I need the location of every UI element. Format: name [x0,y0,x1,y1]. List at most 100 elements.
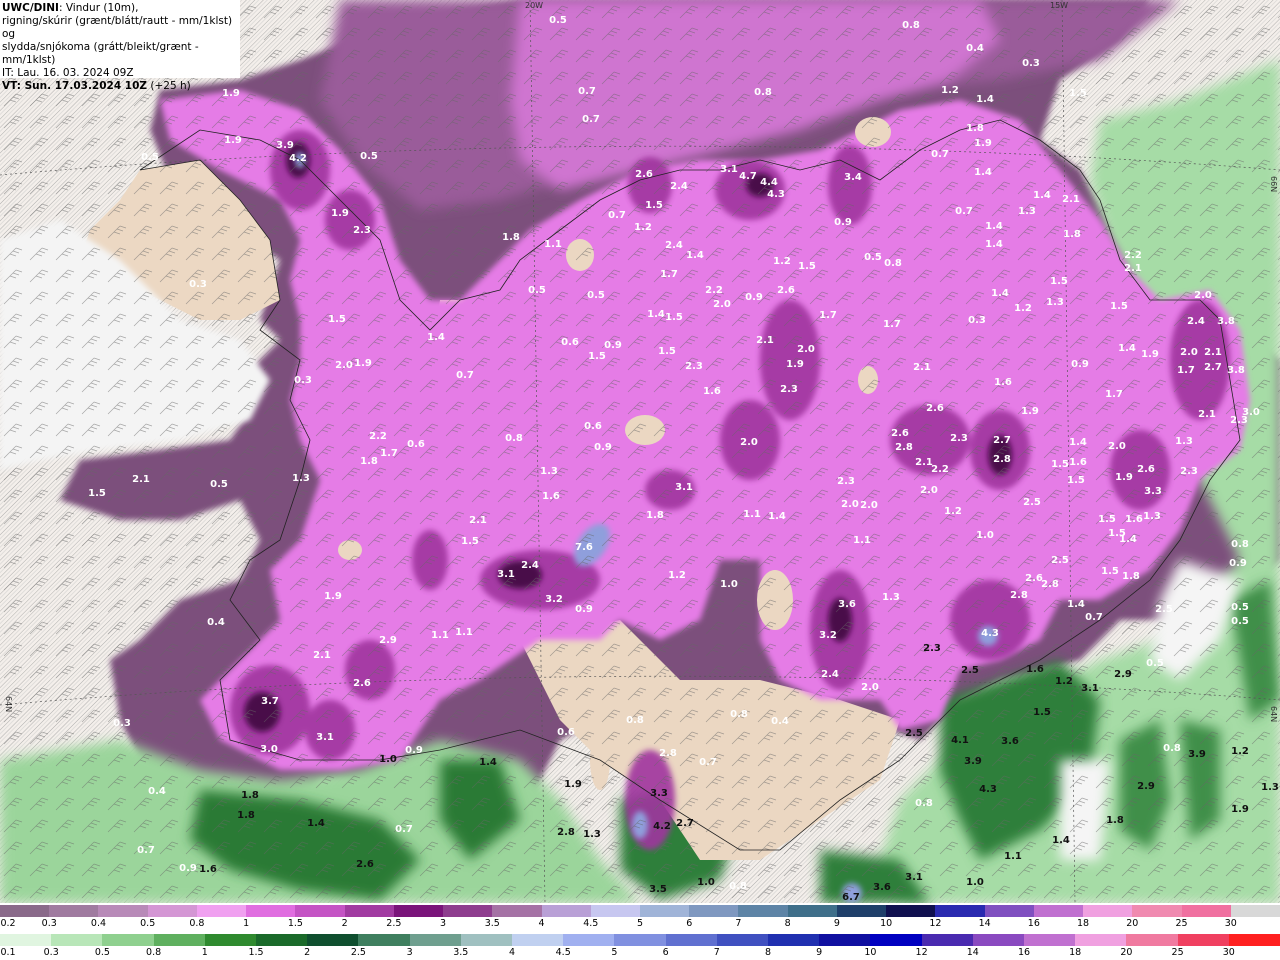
value-label: 1.8 [502,232,520,243]
value-label: 2.5 [1155,604,1173,615]
legend-tick-label: 16 [1027,918,1040,929]
legend-tick-label: 30 [1224,918,1237,929]
legend-swatch [196,905,247,917]
value-label: 2.4 [665,240,683,251]
legend-swatch [836,905,887,917]
value-label: 0.9 [1229,558,1247,569]
title-line2: rigning/skúrir (grænt/blátt/rautt - mm/1… [2,15,233,40]
legend-rain-bar [0,934,1280,946]
legend-swatch [147,905,198,917]
value-label: 0.8 [730,709,748,720]
value-label: 1.8 [237,810,255,821]
value-label: 3.1 [905,872,923,883]
value-label: 2.8 [993,454,1011,465]
value-label: 2.3 [353,225,371,236]
value-label: 1.9 [1021,406,1039,417]
value-label: 4.7 [739,171,757,182]
value-label: 1.2 [944,506,962,517]
value-label: 1.6 [1026,664,1044,675]
value-label: 2.1 [1204,347,1222,358]
value-label: 1.4 [1119,534,1137,545]
lon-label-15w: 15W [1050,1,1068,10]
value-label: 0.6 [561,337,579,348]
legend-tick-label: 6 [662,947,669,958]
value-label: 4.3 [981,628,999,639]
value-label: 4.1 [951,735,969,746]
value-label: 2.0 [1180,347,1198,358]
legend-tick-label: 20 [1120,947,1133,958]
legend-swatch [49,905,99,917]
value-label: 2.4 [521,560,539,571]
legend-tick-label: 0.8 [189,918,205,929]
value-label: 1.0 [379,754,397,765]
value-label: 2.6 [891,428,909,439]
value-label: 1.5 [665,312,683,323]
value-label: 1.6 [1125,514,1143,525]
value-label: 1.8 [646,510,664,521]
value-label: 0.7 [137,845,155,856]
value-label: 0.5 [1231,602,1249,613]
value-label: 1.9 [331,208,349,219]
legend-tick-label: 14 [966,947,979,958]
value-label: 0.5 [587,290,605,301]
legend-swatch [984,905,1035,917]
value-label: 0.6 [557,727,575,738]
legend-tick-label: 3.5 [453,947,469,958]
legend-swatch [665,934,718,946]
legend-swatch [443,905,493,917]
value-label: 1.4 [1052,835,1070,846]
legend-swatch [563,934,615,946]
value-label: 2.4 [1187,316,1205,327]
legend-swatch [689,905,739,917]
value-label: 2.5 [1051,555,1069,566]
legend-swatch [716,934,769,946]
value-label: 2.1 [913,362,931,373]
value-label: 2.2 [369,431,387,442]
map-title-box: UWC/DINI: Vindur (10m), rigning/skúrir (… [0,0,240,92]
valid-time: VT: Sun. 17.03.2024 10Z [2,80,148,92]
legend-swatch [204,934,257,946]
legend-swatch [0,934,52,946]
value-label: 1.9 [1141,349,1159,360]
legend-tick-label: 1.5 [248,947,264,958]
value-label: 0.8 [1231,539,1249,550]
value-label: 0.5 [528,285,546,296]
value-label: 0.7 [456,370,474,381]
value-label: 1.2 [773,256,791,267]
value-label: 1.0 [720,579,738,590]
value-label: 1.4 [1069,437,1087,448]
value-label: 1.5 [798,261,816,272]
value-label: 2.5 [961,665,979,676]
value-label: 1.4 [1067,599,1085,610]
value-label: 1.7 [380,448,398,459]
value-label: 0.7 [1085,612,1103,623]
value-label: 2.6 [635,169,653,180]
value-label: 1.3 [1018,206,1036,217]
value-label: 4.4 [760,177,778,188]
value-label: 1.1 [455,627,473,638]
value-label: 3.2 [545,594,563,605]
legend-swatch [768,934,820,946]
value-label: 1.4 [479,757,497,768]
legend-swatch [0,905,50,917]
value-label: 2.0 [713,299,731,310]
legend-swatch [51,934,103,946]
value-label: 3.9 [964,756,982,767]
value-label: 1.4 [647,309,665,320]
value-label: 0.3 [294,375,312,386]
legend-tick-label: 10 [880,918,893,929]
value-label: 1.6 [199,864,217,875]
value-label: 2.8 [895,442,913,453]
value-label: 2.0 [920,485,938,496]
color-legend: 0.2 0.3 0.4 0.5 0.8 1 1.5 2 2.5 3 3.5 4 4.5 5 6 7 8 9 10 12… [0,903,1280,960]
value-label: 2.4 [821,669,839,680]
value-label: 1.8 [1106,815,1124,826]
value-label: 1.9 [564,779,582,790]
legend-tick-label: 0.5 [94,947,110,958]
legend-tick-label: 8 [784,918,791,929]
value-label: 1.2 [668,570,686,581]
value-label: 0.3 [113,718,131,729]
value-label: 4.3 [979,784,997,795]
value-label: 2.0 [1108,441,1126,452]
legend-tick-label: 2 [304,947,311,958]
